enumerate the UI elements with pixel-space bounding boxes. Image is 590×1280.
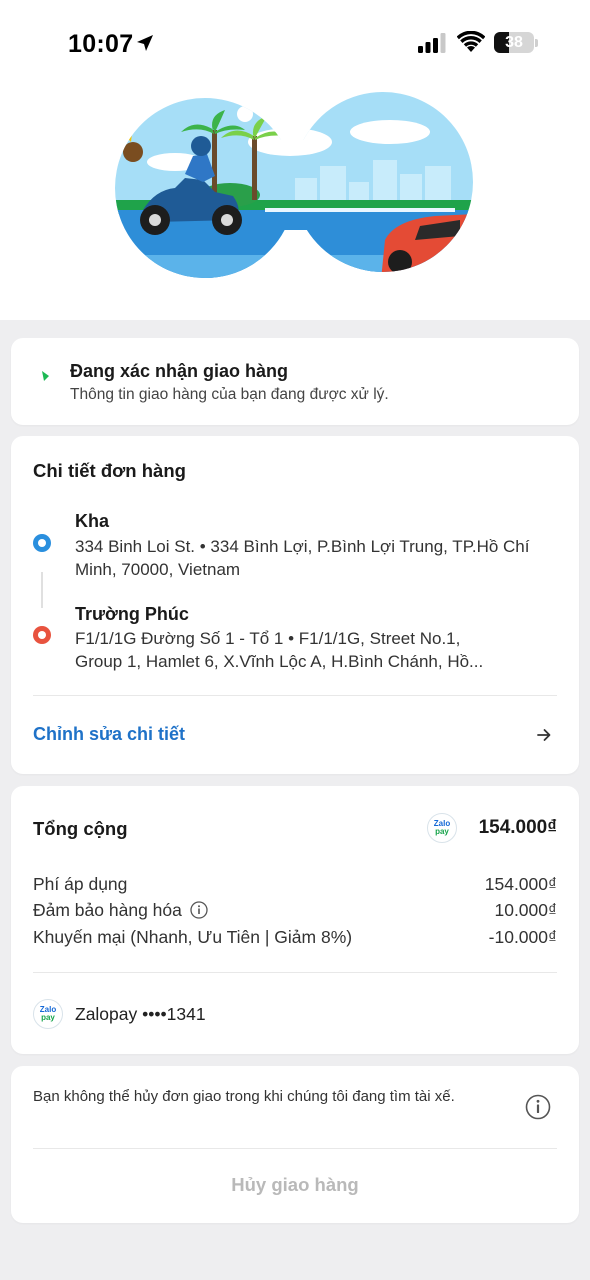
fee-row: Khuyến mại (Nhanh, Ưu Tiên | Giảm 8%) -1… <box>33 927 557 951</box>
cancel-card: Bạn không thể hủy đơn giao trong khi chú… <box>11 1066 579 1223</box>
delivery-status-card: Đang xác nhận giao hàng Thông tin giao h… <box>11 338 579 425</box>
fee-value: -10.000₫ <box>488 927 557 947</box>
fee-row: Đảm bảo hàng hóa 10.000₫ <box>33 900 557 924</box>
order-details-card: Chi tiết đơn hàng Kha 334 Binh Loi St. •… <box>11 436 579 774</box>
battery-cap <box>535 39 538 47</box>
divider <box>33 972 557 973</box>
fee-label: Đảm bảo hàng hóa <box>33 900 208 921</box>
fee-label: Phí áp dụng <box>33 874 128 894</box>
payment-method: Zalopay ••••1341 <box>75 1004 206 1024</box>
status-title: Đang xác nhận giao hàng <box>70 361 289 381</box>
zalopay-logo-text-bottom: pay <box>435 827 449 836</box>
fee-row: Phí áp dụng 154.000₫ <box>33 874 557 898</box>
fee-label-text: Đảm bảo hàng hóa <box>33 900 182 920</box>
dropoff-name: Trường Phúc <box>75 604 189 624</box>
battery-percent: 38 <box>505 33 523 51</box>
dropoff-address-line2: Group 1, Hamlet 6, X.Vĩnh Lộc A, H.Bình … <box>75 652 484 671</box>
divider <box>33 1148 557 1149</box>
cancel-notice: Bạn không thể hủy đơn giao trong khi chú… <box>33 1088 455 1105</box>
fee-value: 10.000₫ <box>494 900 557 920</box>
dropoff-address: F1/1/1G Đường Số 1 - Tổ 1 • F1/1/1G, Str… <box>75 627 545 673</box>
status-subtitle: Thông tin giao hàng của bạn đang được xử… <box>70 386 389 403</box>
delivery-illustration <box>115 92 473 278</box>
battery-icon: 38 <box>494 32 534 53</box>
arrow-right-icon[interactable] <box>532 723 556 747</box>
edit-details-link[interactable]: Chỉnh sửa chi tiết <box>33 724 185 745</box>
total-title: Tổng cộng <box>33 818 128 839</box>
status-time: 10:07 <box>68 30 134 58</box>
location-arrow-icon <box>137 35 153 51</box>
signal-icon <box>418 33 446 53</box>
zalopay-logo-icon: Zalo pay <box>427 813 457 843</box>
pickup-dot-icon <box>33 534 51 552</box>
order-details-title: Chi tiết đơn hàng <box>33 460 186 481</box>
status-flag-icon <box>42 371 49 381</box>
divider <box>33 695 557 696</box>
pickup-name: Kha <box>75 511 110 531</box>
dropoff-address-line1: F1/1/1G Đường Số 1 - Tổ 1 • F1/1/1G, Str… <box>75 629 461 648</box>
cancel-delivery-button[interactable]: Hủy giao hàng <box>11 1174 579 1196</box>
wifi-icon <box>457 31 485 52</box>
dropoff-dot-icon <box>33 626 51 644</box>
total-amount: 154.000₫ <box>478 817 557 838</box>
route-line <box>41 572 43 608</box>
zalopay-logo-icon: Zalo pay <box>33 999 63 1029</box>
info-icon[interactable] <box>525 1094 551 1120</box>
total-card: Tổng cộng Zalo pay 154.000₫ Phí áp dụng … <box>11 786 579 1054</box>
fee-value: 154.000₫ <box>484 874 557 894</box>
info-icon[interactable] <box>190 901 208 919</box>
fee-label: Khuyến mại (Nhanh, Ưu Tiên | Giảm 8%) <box>33 927 353 947</box>
pickup-address: 334 Binh Loi St. • 334 Bình Lợi, P.Bình … <box>75 537 530 579</box>
zalopay-logo-text-bottom: pay <box>41 1013 55 1022</box>
